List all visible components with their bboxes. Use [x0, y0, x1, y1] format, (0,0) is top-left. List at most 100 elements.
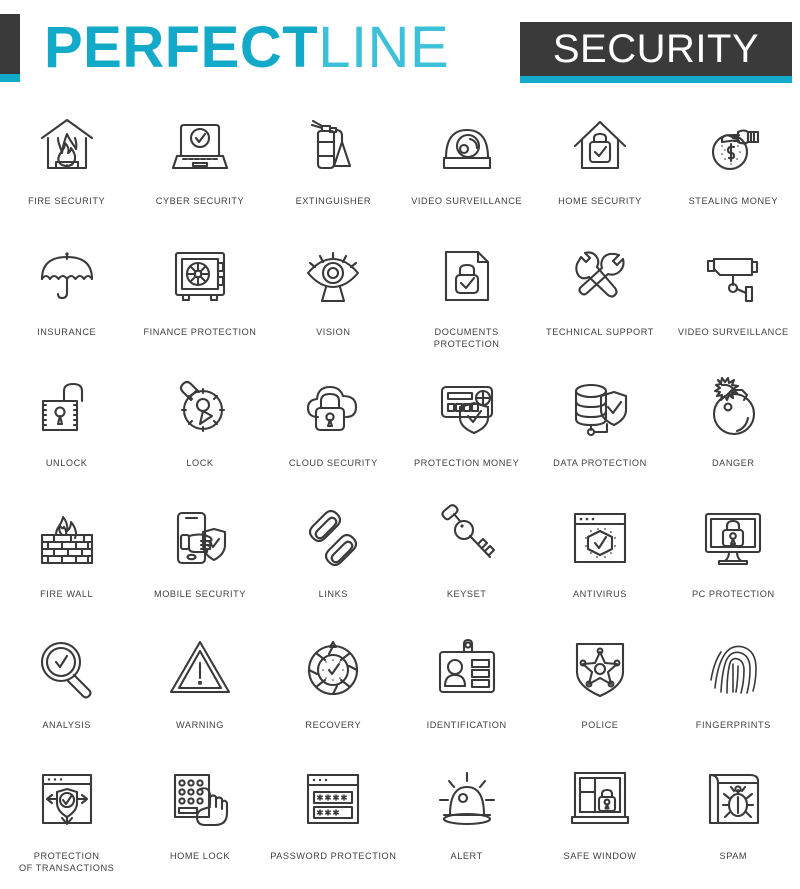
icon-cell-fire-wall[interactable]: FIRE WALL: [0, 493, 133, 624]
icon-label: CLOUD SECURITY: [288, 458, 378, 468]
icon-cell-home-security[interactable]: HOME SECURITY: [533, 100, 666, 231]
icon-label: VIDEO SURVEILLANCE: [677, 327, 789, 337]
icon-label: UNLOCK: [45, 458, 88, 468]
recovery-icon: [290, 630, 376, 708]
icon-cell-extinguisher[interactable]: EXTINGUISHER: [267, 100, 400, 231]
icon-cell-cloud-security[interactable]: CLOUD SECURITY: [267, 362, 400, 493]
icon-cell-technical-support[interactable]: TECHNICAL SUPPORT: [533, 231, 666, 362]
icon-cell-fingerprints[interactable]: FINGERPRINTS: [667, 624, 800, 755]
icon-label: ANALYSIS: [42, 720, 91, 730]
header-mark-accent: [0, 74, 20, 82]
icon-label: POLICE: [581, 720, 619, 730]
icon-label: ALERT: [450, 851, 483, 861]
icon-cell-danger[interactable]: DANGER: [667, 362, 800, 493]
brand-title: PERFECTLINE: [44, 16, 449, 80]
home-lock-keypad-icon: [157, 761, 243, 839]
icon-cell-spam[interactable]: SPAM: [667, 755, 800, 886]
icon-label: EXTINGUISHER: [295, 196, 372, 206]
category-box: SECURITY: [520, 22, 792, 76]
icon-cell-alert[interactable]: ALERT: [400, 755, 533, 886]
icon-cell-warning[interactable]: WARNING: [133, 624, 266, 755]
page-header: PERFECTLINE SECURITY: [0, 0, 800, 100]
icon-label: STEALING MONEY: [688, 196, 778, 206]
password-protection-icon: [290, 761, 376, 839]
icon-cell-data-protection[interactable]: DATA PROTECTION: [533, 362, 666, 493]
icon-cell-recovery[interactable]: RECOVERY: [267, 624, 400, 755]
icon-label: CYBER SECURITY: [155, 196, 245, 206]
video-surveillance-camera-icon: [690, 237, 776, 315]
header-mark: [0, 14, 20, 74]
icon-label: HOME LOCK: [169, 851, 231, 861]
spam-bug-icon: [690, 761, 776, 839]
icon-cell-video-surveillance-dome[interactable]: VIDEO SURVEILLANCE: [400, 100, 533, 231]
icon-cell-antivirus[interactable]: ANTIVIRUS: [533, 493, 666, 624]
icon-label: FIRE SECURITY: [28, 196, 106, 206]
links-chain-icon: [290, 499, 376, 577]
pc-protection-icon: [690, 499, 776, 577]
icon-cell-fire-security[interactable]: FIRE SECURITY: [0, 100, 133, 231]
icon-label: PROTECTION MONEY: [414, 458, 520, 468]
icon-cell-vision[interactable]: VISION: [267, 231, 400, 362]
alert-siren-icon: [424, 761, 510, 839]
vision-eye-icon: [290, 237, 376, 315]
icon-label: SAFE WINDOW: [563, 851, 637, 861]
icon-cell-video-surveillance-camera[interactable]: VIDEO SURVEILLANCE: [667, 231, 800, 362]
icon-label: ANTIVIRUS: [572, 589, 627, 599]
icon-label: PASSWORD PROTECTION: [270, 851, 397, 861]
icon-label: KEYSET: [446, 589, 487, 599]
keyset-icon: [424, 499, 510, 577]
icon-label: MOBILE SECURITY: [154, 589, 246, 599]
police-shield-icon: [557, 630, 643, 708]
icon-cell-analysis[interactable]: ANALYSIS: [0, 624, 133, 755]
icon-label: DATA PROTECTION: [553, 458, 647, 468]
analysis-magnifier-icon: [24, 630, 110, 708]
icon-cell-cyber-security[interactable]: CYBER SECURITY: [133, 100, 266, 231]
lock-icon: [157, 368, 243, 446]
insurance-umbrella-icon: [24, 237, 110, 315]
icon-label: SPAM: [719, 851, 748, 861]
mobile-security-icon: [157, 499, 243, 577]
icon-label: DOCUMENTS PROTECTION: [433, 327, 500, 349]
icon-label: LOCK: [186, 458, 214, 468]
icon-cell-safe-window[interactable]: SAFE WINDOW: [533, 755, 666, 886]
icon-cell-identification[interactable]: IDENTIFICATION: [400, 624, 533, 755]
icon-cell-keyset[interactable]: KEYSET: [400, 493, 533, 624]
fire-wall-icon: [24, 499, 110, 577]
category-block: SECURITY: [520, 22, 792, 83]
icon-label: IDENTIFICATION: [426, 720, 507, 730]
icon-cell-protection-money[interactable]: PROTECTION MONEY: [400, 362, 533, 493]
category-underline: [520, 76, 792, 83]
cloud-security-icon: [290, 368, 376, 446]
safe-window-icon: [557, 761, 643, 839]
documents-protection-icon: [424, 237, 510, 315]
icon-cell-protection-of-transactions[interactable]: PROTECTION OF TRANSACTIONS: [0, 755, 133, 886]
icon-cell-pc-protection[interactable]: PC PROTECTION: [667, 493, 800, 624]
brand-name-secondary: LINE: [318, 15, 450, 80]
icon-cell-lock[interactable]: LOCK: [133, 362, 266, 493]
icon-cell-password-protection[interactable]: PASSWORD PROTECTION: [267, 755, 400, 886]
icon-cell-documents-protection[interactable]: DOCUMENTS PROTECTION: [400, 231, 533, 362]
home-security-icon: [557, 106, 643, 184]
technical-support-icon: [557, 237, 643, 315]
extinguisher-icon: [290, 106, 376, 184]
icon-cell-links[interactable]: LINKS: [267, 493, 400, 624]
antivirus-icon: [557, 499, 643, 577]
icon-cell-finance-protection[interactable]: FINANCE PROTECTION: [133, 231, 266, 362]
brand-name-primary: PERFECT: [44, 15, 319, 80]
icon-cell-home-lock[interactable]: HOME LOCK: [133, 755, 266, 886]
protection-money-icon: [424, 368, 510, 446]
icon-label: VIDEO SURVEILLANCE: [411, 196, 523, 206]
icon-cell-unlock[interactable]: UNLOCK: [0, 362, 133, 493]
icon-label: PROTECTION OF TRANSACTIONS: [18, 851, 115, 873]
unlock-icon: [24, 368, 110, 446]
icon-cell-stealing-money[interactable]: STEALING MONEY: [667, 100, 800, 231]
danger-bomb-icon: [690, 368, 776, 446]
fire-security-icon: [24, 106, 110, 184]
icon-label: LINKS: [318, 589, 348, 599]
icon-label: FINANCE PROTECTION: [143, 327, 257, 337]
icon-cell-mobile-security[interactable]: MOBILE SECURITY: [133, 493, 266, 624]
icon-cell-insurance[interactable]: INSURANCE: [0, 231, 133, 362]
fingerprints-icon: [690, 630, 776, 708]
icon-cell-police[interactable]: POLICE: [533, 624, 666, 755]
stealing-money-icon: [690, 106, 776, 184]
